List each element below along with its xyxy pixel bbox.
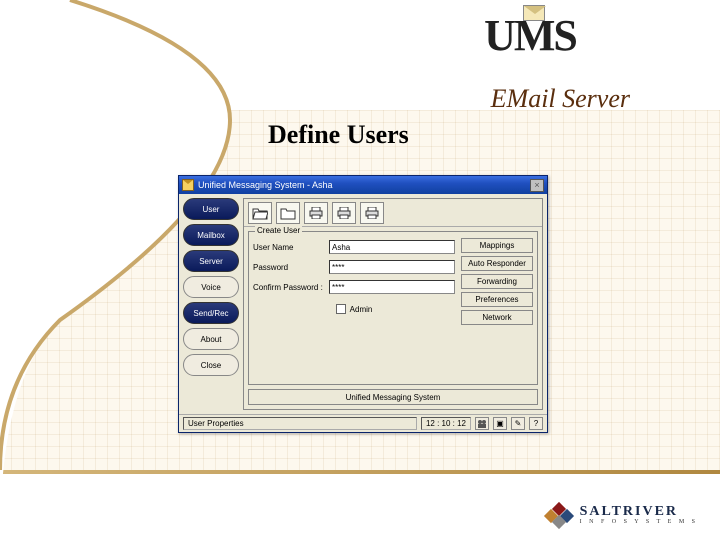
folder-icon[interactable] [276,202,300,224]
titlebar: Unified Messaging System - Asha × [179,176,547,194]
main-panel: Create User User Name Password Confirm P… [243,198,543,410]
folder-open-icon[interactable] [248,202,272,224]
sidebar-item-about[interactable]: About [183,328,239,350]
status-left: User Properties [183,417,417,430]
footer-logo-icon [546,504,574,526]
username-label: User Name [253,243,325,252]
status-time: 12 : 10 : 12 [421,417,471,430]
sidebar: User Mailbox Server Voice Send/Rec About… [183,198,239,410]
window-title: Unified Messaging System - Asha [198,180,530,190]
statusbar: User Properties 12 : 10 : 12 ▣ ✎ ? [179,414,547,432]
footer-tagline: I N F O S Y S T E M S [580,519,698,525]
forwarding-button[interactable]: Forwarding [461,274,533,289]
sidebar-item-close[interactable]: Close [183,354,239,376]
status-users-icon[interactable] [475,417,489,430]
password-label: Password [253,263,325,272]
status-tool-icon[interactable]: ✎ [511,417,525,430]
status-save-icon[interactable]: ▣ [493,417,507,430]
product-subtitle: EMail Server [491,84,630,114]
mappings-button[interactable]: Mappings [461,238,533,253]
close-icon[interactable]: × [530,179,544,192]
group-legend: Create User [255,226,302,235]
printer-icon-3[interactable] [360,202,384,224]
confirm-password-input[interactable] [329,280,455,294]
admin-checkbox[interactable] [336,304,346,314]
username-input[interactable] [329,240,455,254]
sidebar-item-server[interactable]: Server [183,250,239,272]
toolbar [244,199,542,227]
confirm-password-label: Confirm Password : [253,283,325,292]
footer-logo: SALTRIVER I N F O S Y S T E M S [546,504,698,526]
create-user-group: Create User User Name Password Confirm P… [248,231,538,385]
printer-icon-2[interactable] [332,202,356,224]
status-help-icon[interactable]: ? [529,417,543,430]
sidebar-item-voice[interactable]: Voice [183,276,239,298]
network-button[interactable]: Network [461,310,533,325]
page-title: Define Users [268,120,409,150]
footer-company: SALTRIVER [580,505,698,519]
printer-icon-1[interactable] [304,202,328,224]
sidebar-item-sendrec[interactable]: Send/Rec [183,302,239,324]
preferences-button[interactable]: Preferences [461,292,533,307]
autoresponder-button[interactable]: Auto Responder [461,256,533,271]
message-bar: Unified Messaging System [248,389,538,405]
right-button-column: Mappings Auto Responder Forwarding Prefe… [461,238,533,380]
app-window: Unified Messaging System - Asha × User M… [178,175,548,433]
admin-label: Admin [350,305,373,314]
sidebar-item-user[interactable]: User [183,198,239,220]
app-icon [182,179,194,191]
product-logo: UMS [430,10,630,61]
sidebar-item-mailbox[interactable]: Mailbox [183,224,239,246]
password-input[interactable] [329,260,455,274]
